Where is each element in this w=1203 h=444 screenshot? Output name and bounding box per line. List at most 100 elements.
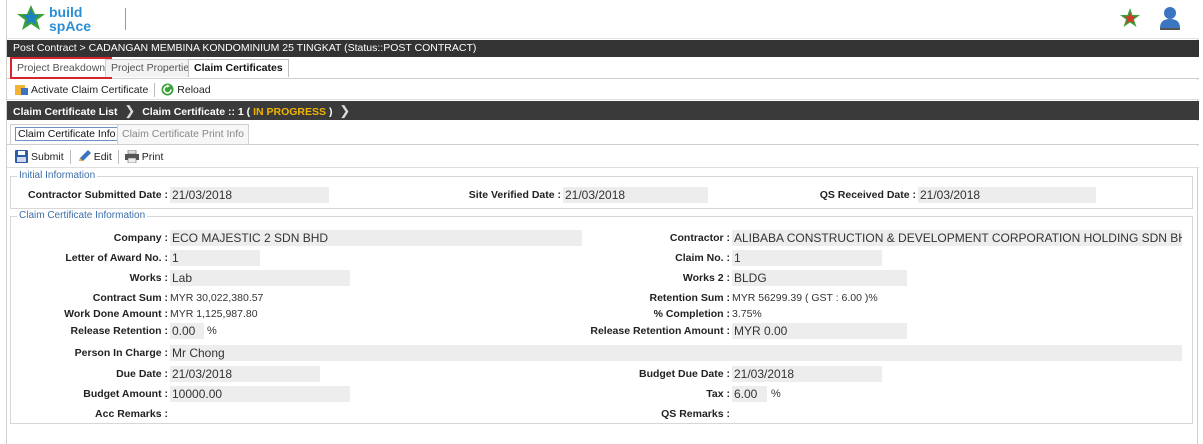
contract-sum-row: Contract Sum : MYR 30,022,380.57 Retenti…	[11, 290, 1194, 306]
letter-of-award-field[interactable]: 1	[170, 250, 260, 266]
chevron-right-icon: ❯	[124, 103, 136, 118]
due-date-field[interactable]: 21/03/2018	[170, 366, 320, 382]
reload-button[interactable]: Reload	[157, 83, 214, 96]
retention-sum-label: Retention Sum :	[649, 292, 731, 304]
person-in-charge-label: Person In Charge :	[74, 347, 168, 359]
status-badge: IN PROGRESS	[253, 106, 327, 118]
works-2-label: Works 2 :	[682, 272, 730, 284]
claim-no-field[interactable]: 1	[732, 250, 882, 266]
logo-graphic: build spAce	[17, 4, 91, 34]
print-label: Print	[141, 150, 164, 163]
company-row: Company : ECO MAJESTIC 2 SDN BHD Contrac…	[11, 230, 1194, 246]
company-label: Company :	[113, 232, 168, 244]
budget-amount-field[interactable]: 10000.00	[170, 386, 350, 402]
release-retention-label: Release Retention :	[70, 325, 168, 337]
works-row: Works : Lab Works 2 : BLDG	[11, 270, 1194, 286]
site-verified-date-field[interactable]: 21/03/2018	[563, 187, 708, 203]
tax-unit: %	[771, 388, 781, 400]
tab-project-breakdown[interactable]: Project Breakdown	[10, 57, 113, 79]
tax-field[interactable]: 6.00	[732, 386, 767, 402]
qs-received-date-field[interactable]: 21/03/2018	[918, 187, 1096, 203]
tab-claim-certificate-info-label: Claim Certificate Info	[15, 127, 119, 141]
claim-certificate-list-link[interactable]: Claim Certificate List	[13, 106, 117, 118]
completion-label: % Completion :	[653, 308, 730, 320]
initial-info-row: Contractor Submitted Date : 21/03/2018 S…	[11, 187, 1194, 203]
contractor-submitted-date-label: Contractor Submitted Date :	[27, 189, 168, 201]
contract-sum-value: MYR 30,022,380.57	[170, 292, 264, 304]
activate-icon	[15, 84, 28, 95]
edit-button[interactable]: Edit	[73, 150, 116, 163]
release-retention-field[interactable]: 0.00	[170, 323, 204, 339]
works-label: Works :	[129, 272, 168, 284]
remarks-row: Acc Remarks : QS Remarks :	[11, 406, 1194, 422]
release-retention-unit: %	[207, 325, 217, 337]
toolbar-divider	[69, 149, 71, 164]
section-legend: Initial Information	[17, 170, 98, 181]
reload-icon	[161, 83, 174, 96]
budget-due-date-label: Budget Due Date :	[638, 368, 730, 380]
letter-of-award-label: Letter of Award No. :	[65, 252, 168, 264]
tab-claim-certificates[interactable]: Claim Certificates	[188, 59, 289, 77]
edit-label: Edit	[93, 150, 112, 163]
tab-claim-certificate-info[interactable]: Claim Certificate Info	[10, 124, 124, 144]
work-done-amount-value: MYR 1,125,987.80	[170, 308, 258, 320]
printer-icon	[124, 150, 139, 163]
top-header: build spAce	[7, 0, 1199, 39]
chevron-right-icon: ❯	[339, 103, 351, 118]
initial-information-section: Initial Information Contractor Submitted…	[10, 170, 1194, 209]
site-verified-date-label: Site Verified Date :	[468, 189, 561, 201]
app-frame: build spAce Post Contract > CADANGAN MEM…	[6, 0, 1199, 444]
completion-value: 3.75%	[732, 308, 762, 320]
logo-divider	[125, 8, 126, 30]
claim-certificate-current[interactable]: Claim Certificate :: 1 (	[142, 106, 250, 118]
print-button[interactable]: Print	[121, 150, 168, 163]
submit-button[interactable]: Submit	[11, 150, 68, 163]
due-date-row: Due Date : 21/03/2018 Budget Due Date : …	[11, 366, 1194, 382]
contractor-label: Contractor :	[669, 232, 730, 244]
work-done-row: Work Done Amount : MYR 1,125,987.80 % Co…	[11, 306, 1194, 322]
buildspace-logo[interactable]: build spAce	[15, 3, 125, 35]
due-date-label: Due Date :	[116, 368, 168, 380]
user-profile-icon[interactable]	[1159, 6, 1181, 33]
reload-label: Reload	[177, 83, 211, 96]
acc-remarks-label: Acc Remarks :	[95, 408, 168, 420]
main-tab-bar: Project Breakdown Project Properties Cla…	[7, 57, 1199, 79]
claim-toolbar: Activate Claim Certificate Reload	[7, 80, 1199, 100]
tab-claim-certificate-print-info[interactable]: Claim Certificate Print Info	[117, 124, 249, 144]
qs-received-date-label: QS Received Date :	[819, 189, 916, 201]
svg-text:spAce: spAce	[49, 18, 91, 34]
project-breadcrumb: Post Contract > CADANGAN MEMBINA KONDOMI…	[7, 40, 1199, 57]
claim-no-label: Claim No. :	[675, 252, 730, 264]
person-in-charge-row: Person In Charge : Mr Chong	[11, 345, 1194, 361]
toolbar-divider	[154, 82, 156, 97]
activate-claim-label: Activate Claim Certificate	[31, 83, 149, 96]
release-retention-amount-field[interactable]: MYR 0.00	[732, 323, 907, 339]
activate-claim-certificate-button[interactable]: Activate Claim Certificate	[11, 84, 152, 96]
pencil-icon	[78, 150, 91, 161]
budget-amount-label: Budget Amount :	[83, 388, 168, 400]
release-retention-amount-label: Release Retention Amount :	[590, 325, 730, 337]
works-2-field[interactable]: BLDG	[732, 270, 907, 286]
claim-certificate-information-section: Claim Certificate Information Company : …	[10, 210, 1194, 424]
qs-remarks-label: QS Remarks :	[661, 408, 730, 420]
award-row: Letter of Award No. : 1 Claim No. : 1	[11, 250, 1194, 266]
contractor-field[interactable]: ALIBABA CONSTRUCTION & DEVELOPMENT CORPO…	[732, 230, 1182, 246]
retention-sum-value: MYR 56299.39 ( GST : 6.00 )%	[732, 292, 878, 304]
budget-amount-row: Budget Amount : 10000.00 Tax : 6.00 %	[11, 386, 1194, 402]
certificate-breadcrumb: Claim Certificate List ❯ Claim Certifica…	[7, 101, 1199, 120]
works-field[interactable]: Lab	[170, 270, 350, 286]
person-in-charge-field[interactable]: Mr Chong	[170, 345, 1182, 361]
sub-tab-bar: Claim Certificate Info Claim Certificate…	[7, 121, 1199, 145]
release-retention-row: Release Retention : 0.00 % Release Reten…	[11, 323, 1194, 339]
budget-due-date-field[interactable]: 21/03/2018	[732, 366, 882, 382]
contractor-submitted-date-field[interactable]: 21/03/2018	[170, 187, 329, 203]
contract-sum-label: Contract Sum :	[92, 292, 168, 304]
certificate-action-toolbar: Submit Edit Print	[7, 146, 1199, 168]
submit-label: Submit	[31, 150, 64, 163]
modules-star-icon[interactable]	[1119, 7, 1141, 32]
company-field[interactable]: ECO MAJESTIC 2 SDN BHD	[170, 230, 582, 246]
section-legend: Claim Certificate Information	[17, 210, 148, 221]
tab-project-properties[interactable]: Project Properties	[105, 59, 201, 77]
tax-label: Tax :	[706, 388, 730, 400]
toolbar-divider	[117, 149, 119, 164]
